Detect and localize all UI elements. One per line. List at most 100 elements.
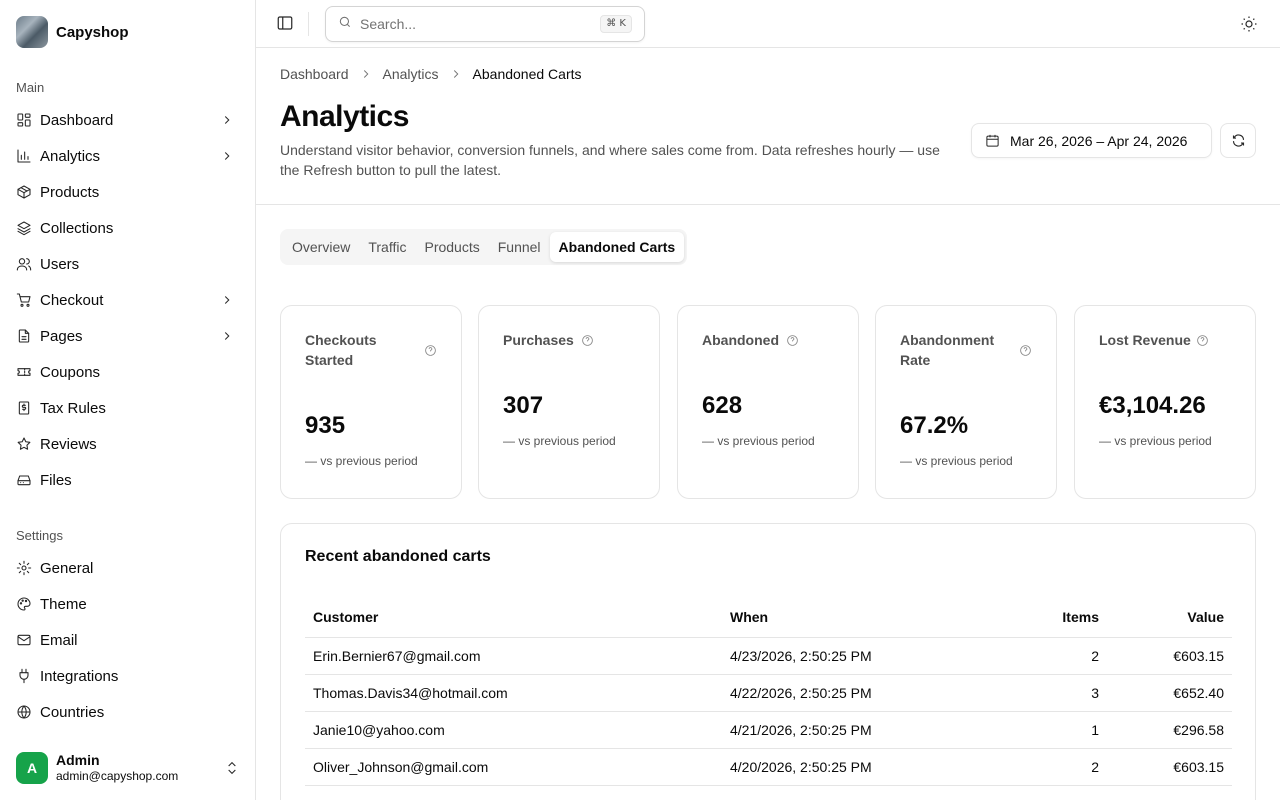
star-icon [16, 436, 32, 452]
sidebar-item-coupons[interactable]: Coupons [8, 356, 248, 388]
breadcrumb-item-analytics[interactable]: Analytics [383, 66, 439, 82]
chevron-right-icon [220, 293, 234, 307]
recent-abandoned-carts-card: Recent abandoned carts Customer When Ite… [280, 523, 1256, 800]
help-circle-icon[interactable] [1196, 334, 1209, 347]
sidebar-item-label: Email [40, 631, 78, 649]
tab-traffic[interactable]: Traffic [359, 232, 415, 262]
sidebar-item-integrations[interactable]: Integrations [8, 660, 248, 692]
cart-icon [16, 292, 32, 308]
help-circle-icon[interactable] [1019, 344, 1032, 357]
sidebar-item-label: Tax Rules [40, 399, 106, 417]
tab-abandoned-carts[interactable]: Abandoned Carts [549, 232, 685, 262]
kpi-change: — vs previous period [305, 454, 418, 468]
kpi-card-abandonment-rate: Abandonment Rate 67.2% — vs previous per… [875, 305, 1057, 499]
table-row[interactable]: Thomas.Davis34@hotmail.com 4/22/2026, 2:… [305, 674, 1232, 712]
cell-value: €296.58 [1107, 711, 1232, 749]
tab-funnel[interactable]: Funnel [489, 232, 550, 262]
sidebar-item-dashboard[interactable]: Dashboard [8, 104, 248, 136]
kpi-change: — vs previous period [503, 434, 616, 448]
sidebar-item-label: Analytics [40, 147, 101, 165]
page-title: Analytics [280, 100, 409, 133]
column-header-customer: Customer [305, 597, 722, 638]
sidebar-item-theme[interactable]: Theme [8, 588, 248, 620]
refresh-icon [1232, 134, 1244, 147]
brand-logo [16, 16, 48, 48]
kpi-change: — vs previous period [1099, 434, 1212, 448]
column-header-value: Value [1107, 597, 1232, 638]
chevron-right-icon [220, 149, 234, 163]
sidebar-toggle-icon[interactable] [276, 14, 296, 34]
user-email: admin@capyshop.com [56, 769, 179, 783]
dashboard-icon [16, 112, 32, 128]
palette-icon [16, 596, 32, 612]
ticket-icon [16, 364, 32, 380]
sidebar-item-label: Products [40, 183, 100, 201]
sidebar: Capyshop Main Dashboard Analytics Produc… [0, 0, 256, 800]
help-circle-icon[interactable] [786, 334, 799, 347]
user-menu[interactable]: A Admin admin@capyshop.com [16, 752, 240, 784]
nav-group-settings-label: Settings [16, 528, 63, 543]
cell-when: 4/20/2026, 2:50:25 PM [722, 748, 987, 786]
table-row[interactable]: Janie10@yahoo.com 4/21/2026, 2:50:25 PM … [305, 711, 1232, 749]
cell-items: 2 [987, 748, 1107, 786]
kpi-card-lost-revenue: Lost Revenue €3,104.26 — vs previous per… [1074, 305, 1256, 499]
help-circle-icon[interactable] [424, 344, 437, 357]
help-circle-icon[interactable] [581, 334, 594, 347]
sidebar-item-checkout[interactable]: Checkout [8, 284, 248, 316]
cell-when: 4/23/2026, 2:50:25 PM [722, 637, 987, 675]
gear-icon [16, 560, 32, 576]
table-row[interactable]: Erin.Bernier67@gmail.com 4/23/2026, 2:50… [305, 637, 1232, 675]
sidebar-item-products[interactable]: Products [8, 176, 248, 208]
kpi-card-purchases: Purchases 307 — vs previous period [478, 305, 660, 499]
search-input[interactable] [360, 16, 600, 32]
sidebar-item-analytics[interactable]: Analytics [8, 140, 248, 172]
kpi-label: Purchases [503, 332, 574, 348]
kpi-card-checkouts-started: Checkouts Started 935 — vs previous peri… [280, 305, 462, 499]
breadcrumb-item-dashboard[interactable]: Dashboard [280, 66, 349, 82]
divider [308, 12, 309, 36]
sidebar-item-label: Files [40, 471, 72, 489]
table-row[interactable]: Oliver_Johnson@gmail.com 4/20/2026, 2:50… [305, 748, 1232, 786]
chevron-right-icon [449, 67, 463, 81]
cell-customer: Thomas.Davis34@hotmail.com [305, 674, 722, 712]
sidebar-item-label: Dashboard [40, 111, 114, 129]
table-title: Recent abandoned carts [305, 548, 491, 565]
kpi-card-abandoned: Abandoned 628 — vs previous period [677, 305, 859, 499]
tab-overview[interactable]: Overview [283, 232, 359, 262]
table-header-row: Customer When Items Value [305, 597, 1232, 638]
brand[interactable]: Capyshop [16, 16, 129, 48]
sidebar-item-general[interactable]: General [8, 552, 248, 584]
kpi-label: Abandoned [702, 332, 779, 348]
drive-icon [16, 472, 32, 488]
search-box[interactable]: ⌘ K [325, 6, 645, 42]
sidebar-item-tax-rules[interactable]: Tax Rules [8, 392, 248, 424]
sidebar-item-label: Collections [40, 219, 114, 237]
sidebar-item-label: General [40, 559, 94, 577]
brand-name: Capyshop [56, 23, 129, 41]
sidebar-item-label: Users [40, 255, 80, 273]
cell-customer: Janie10@yahoo.com [305, 711, 722, 749]
sidebar-item-files[interactable]: Files [8, 464, 248, 496]
topbar: ⌘ K [256, 0, 1280, 48]
sidebar-item-pages[interactable]: Pages [8, 320, 248, 352]
kpi-value: 307 [503, 392, 544, 419]
search-icon [338, 15, 352, 34]
tab-products[interactable]: Products [415, 232, 488, 262]
column-header-when: When [722, 597, 987, 638]
date-range-button[interactable]: Mar 26, 2026 – Apr 24, 2026 [971, 123, 1212, 158]
sidebar-item-countries[interactable]: Countries [8, 696, 248, 728]
nav-group-main-label: Main [16, 80, 45, 95]
cell-items: 1 [987, 711, 1107, 749]
refresh-button[interactable] [1220, 123, 1256, 158]
sidebar-item-reviews[interactable]: Reviews [8, 428, 248, 460]
user-name: Admin [56, 752, 100, 768]
globe-icon [16, 704, 32, 720]
kpi-label: Lost Revenue [1099, 332, 1191, 348]
sidebar-item-email[interactable]: Email [8, 624, 248, 656]
cell-value: €652.40 [1107, 674, 1232, 712]
kpi-value: 628 [702, 392, 743, 419]
sidebar-item-users[interactable]: Users [8, 248, 248, 280]
sun-icon[interactable] [1240, 15, 1258, 33]
sidebar-item-collections[interactable]: Collections [8, 212, 248, 244]
cell-when: 4/21/2026, 2:50:25 PM [722, 711, 987, 749]
